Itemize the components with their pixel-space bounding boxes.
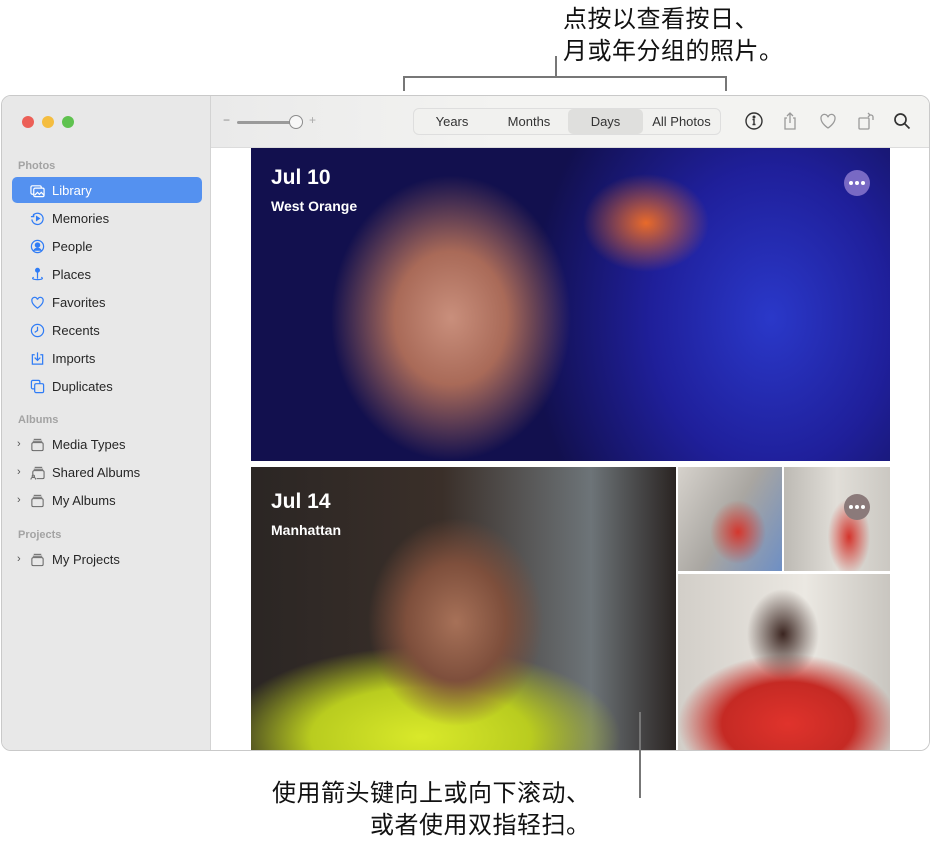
dot-icon	[849, 505, 853, 509]
day-date: Jul 14	[271, 490, 331, 513]
section-label-projects: Projects	[18, 529, 62, 541]
sidebar-item-people[interactable]: People	[12, 233, 202, 259]
sidebar: Photos Library Memories People Places Fa…	[2, 96, 211, 750]
tab-years[interactable]: Years	[414, 109, 490, 134]
sidebar-item-recents[interactable]: Recents	[12, 317, 202, 343]
album-stack-icon	[29, 551, 45, 567]
callout-bracket	[403, 76, 727, 78]
album-stack-icon	[29, 436, 45, 452]
photo-jul-10[interactable]: Jul 10 West Orange	[251, 148, 890, 461]
day-date: Jul 10	[271, 166, 331, 189]
zoom-in-icon[interactable]: +	[309, 113, 316, 127]
sidebar-item-memories[interactable]: Memories	[12, 205, 202, 231]
sidebar-item-favorites[interactable]: Favorites	[12, 289, 202, 315]
rotate-icon[interactable]	[855, 110, 877, 132]
section-label-photos: Photos	[18, 160, 56, 172]
photo-jul-14-main[interactable]: Jul 14 Manhattan	[251, 467, 676, 750]
dot-icon	[849, 181, 853, 185]
chevron-right-icon[interactable]: ›	[17, 553, 27, 565]
sidebar-item-duplicates[interactable]: Duplicates	[12, 373, 202, 399]
zoom-slider[interactable]: − +	[223, 113, 323, 131]
photo-grid[interactable]: Jul 10 West Orange Jul 14 Manhattan	[211, 148, 929, 750]
callout-bracket-right	[725, 76, 727, 91]
share-icon[interactable]	[779, 110, 801, 132]
heart-icon	[29, 294, 45, 310]
clock-icon	[29, 322, 45, 338]
view-segmented-control: Years Months Days All Photos	[413, 108, 721, 135]
more-options-button[interactable]	[844, 170, 870, 196]
people-icon	[29, 238, 45, 254]
sidebar-item-label: People	[52, 238, 93, 254]
sidebar-item-label: Favorites	[52, 294, 106, 310]
toolbar: − + Years Months Days All Photos	[211, 96, 929, 148]
search-icon[interactable]	[891, 110, 913, 132]
sidebar-item-label: My Albums	[52, 492, 116, 508]
chevron-right-icon[interactable]: ›	[17, 466, 27, 478]
shared-album-icon	[29, 464, 45, 480]
sidebar-item-label: Library	[52, 182, 92, 198]
day-location: Manhattan	[271, 522, 341, 538]
callout-line-scroll	[639, 712, 641, 798]
photo-thumbnail[interactable]	[678, 574, 890, 750]
section-label-albums: Albums	[18, 414, 59, 426]
tab-months[interactable]: Months	[490, 109, 568, 134]
sidebar-item-label: Recents	[52, 322, 100, 338]
sidebar-item-label: Places	[52, 266, 92, 282]
sidebar-item-places[interactable]: Places	[12, 261, 202, 287]
photo-thumbnail[interactable]	[784, 467, 890, 571]
more-options-button[interactable]	[844, 494, 870, 520]
zoom-button[interactable]	[62, 116, 74, 128]
sidebar-item-label: Duplicates	[52, 378, 113, 394]
import-icon	[29, 350, 45, 366]
sidebar-item-media-types[interactable]: › Media Types	[12, 431, 202, 457]
dot-icon	[861, 505, 865, 509]
dot-icon	[855, 505, 859, 509]
sidebar-item-label: Memories	[52, 210, 110, 226]
window-controls	[22, 116, 74, 128]
close-button[interactable]	[22, 116, 34, 128]
tab-days[interactable]: Days	[568, 109, 643, 134]
sidebar-item-library[interactable]: Library	[12, 177, 202, 203]
zoom-out-icon[interactable]: −	[223, 113, 230, 127]
chevron-right-icon[interactable]: ›	[17, 494, 27, 506]
photo-thumbnail[interactable]	[678, 467, 782, 571]
sidebar-item-my-albums[interactable]: › My Albums	[12, 487, 202, 513]
library-icon	[29, 182, 45, 198]
places-icon	[29, 266, 45, 282]
sidebar-item-shared-albums[interactable]: › Shared Albums	[12, 459, 202, 485]
sidebar-item-label: Shared Albums	[52, 464, 141, 480]
zoom-slider-knob[interactable]	[289, 115, 303, 129]
duplicates-icon	[29, 378, 45, 394]
callout-bracket-left	[403, 76, 405, 91]
sidebar-item-label: Media Types	[52, 436, 126, 452]
sidebar-item-my-projects[interactable]: › My Projects	[12, 546, 202, 572]
memories-icon	[29, 210, 45, 226]
dot-icon	[861, 181, 865, 185]
tab-all-photos[interactable]: All Photos	[643, 109, 720, 134]
zoom-slider-track[interactable]	[237, 121, 295, 124]
day-location: West Orange	[271, 198, 358, 214]
photos-window: Photos Library Memories People Places Fa…	[1, 95, 930, 751]
callout-view-tabs: 点按以查看按日、 月或年分组的照片。	[563, 5, 784, 65]
favorite-heart-icon[interactable]	[817, 110, 839, 132]
album-stack-icon	[29, 492, 45, 508]
info-icon[interactable]	[743, 110, 765, 132]
sidebar-item-label: My Projects	[52, 551, 120, 567]
dot-icon	[855, 181, 859, 185]
chevron-right-icon[interactable]: ›	[17, 438, 27, 450]
callout-scroll: 使用箭头键向上或向下滚动、 或者使用双指轻扫。	[272, 779, 591, 839]
callout-line	[555, 56, 557, 77]
sidebar-item-imports[interactable]: Imports	[12, 345, 202, 371]
minimize-button[interactable]	[42, 116, 54, 128]
sidebar-item-label: Imports	[52, 350, 96, 366]
